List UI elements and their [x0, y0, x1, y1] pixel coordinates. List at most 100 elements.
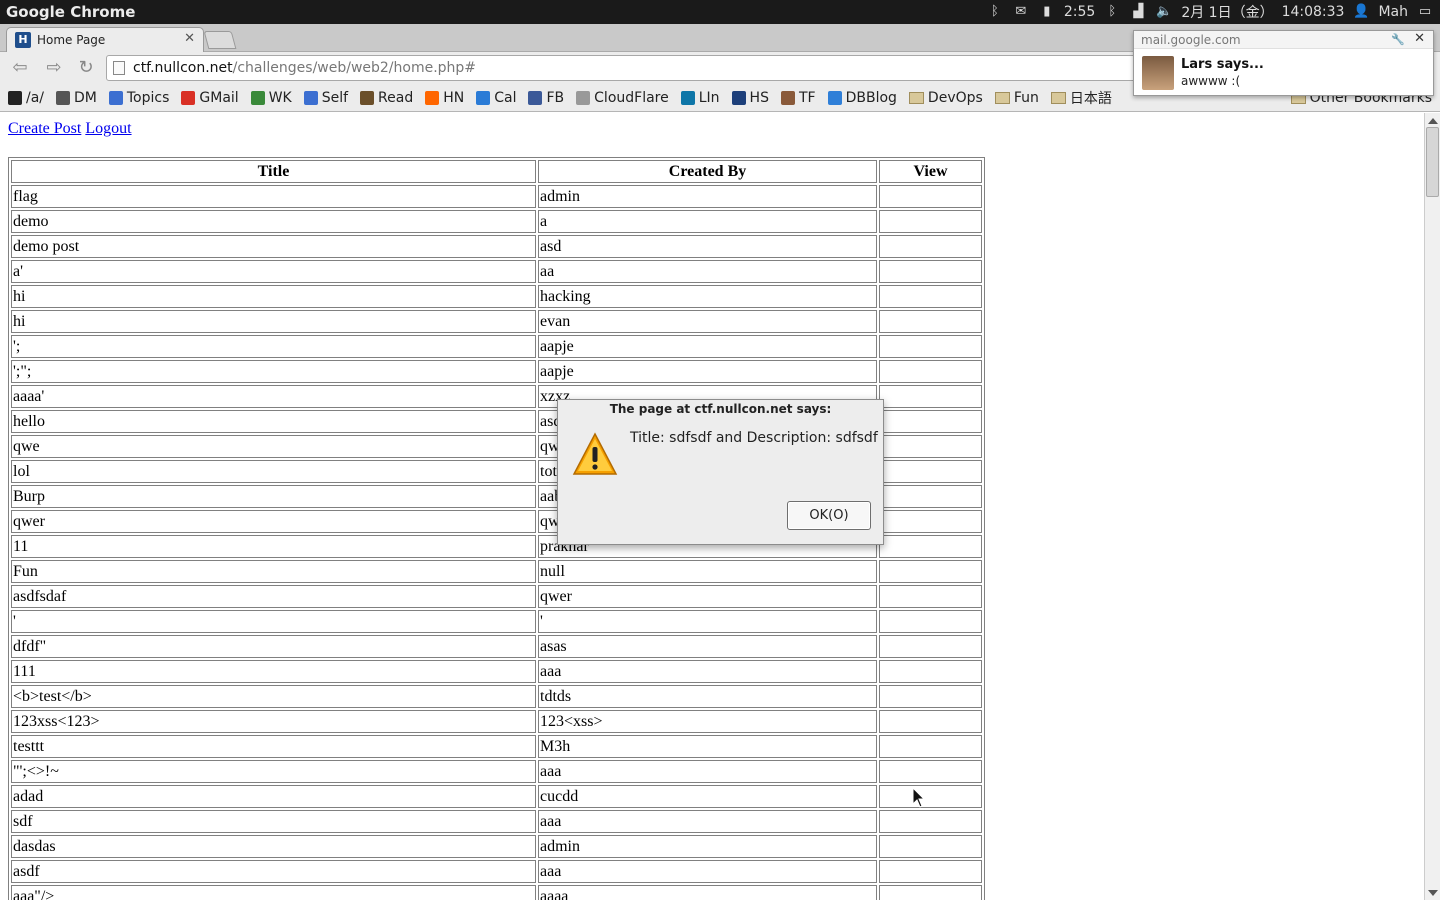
- bookmark-label: HS: [749, 89, 769, 106]
- bookmark-1[interactable]: DM: [56, 90, 97, 106]
- chat-notification[interactable]: mail.google.com 🔧 ✕ Lars says... awwww :…: [1133, 30, 1434, 96]
- created-by-cell: aapje: [538, 335, 877, 358]
- view-cell[interactable]: [879, 785, 982, 808]
- bookmark-11[interactable]: LIn: [680, 90, 720, 106]
- view-cell[interactable]: [879, 810, 982, 833]
- scrollbar-thumb[interactable]: [1426, 127, 1439, 197]
- table-row: testtt M3h: [11, 735, 982, 758]
- bookmark-7[interactable]: HN: [425, 90, 464, 106]
- view-cell[interactable]: [879, 510, 982, 533]
- volume-icon[interactable]: 🔈: [1155, 4, 1173, 20]
- created-by-cell: aaa: [538, 760, 877, 783]
- view-cell[interactable]: [879, 535, 982, 558]
- battery-icon[interactable]: ▮: [1038, 4, 1056, 20]
- view-cell[interactable]: [879, 385, 982, 408]
- title-cell: a': [11, 260, 536, 283]
- page-icon: [576, 90, 591, 105]
- view-cell[interactable]: [879, 660, 982, 683]
- bookmark-6[interactable]: Read: [360, 90, 413, 106]
- view-cell[interactable]: [879, 835, 982, 858]
- view-cell[interactable]: [879, 435, 982, 458]
- view-cell[interactable]: [879, 560, 982, 583]
- title-cell: demo: [11, 210, 536, 233]
- bluetooth-icon[interactable]: ᛒ: [986, 4, 1004, 20]
- view-cell[interactable]: [879, 235, 982, 258]
- table-row: dfdf" asas: [11, 635, 982, 658]
- title-cell: qwe: [11, 435, 536, 458]
- reload-icon[interactable]: ↻: [74, 57, 98, 79]
- date-display[interactable]: 2月 1日（金）: [1181, 2, 1273, 22]
- bookmark-0[interactable]: /a/: [8, 90, 44, 106]
- url-host: ctf.nullcon.net: [133, 60, 233, 76]
- wrench-icon[interactable]: 🔧: [1391, 33, 1405, 46]
- view-cell[interactable]: [879, 485, 982, 508]
- view-cell[interactable]: [879, 185, 982, 208]
- view-cell[interactable]: [879, 610, 982, 633]
- view-cell[interactable]: [879, 210, 982, 233]
- title-cell: aaaa': [11, 385, 536, 408]
- table-row: 123xss<123> 123<xss>: [11, 710, 982, 733]
- created-by-cell: cucdd: [538, 785, 877, 808]
- tab-home-page[interactable]: H Home Page ✕: [6, 27, 204, 52]
- clock-display[interactable]: 14:08:33: [1282, 4, 1345, 20]
- network-signal-icon[interactable]: ▟: [1129, 4, 1147, 20]
- bookmark-label: /a/: [26, 89, 45, 106]
- close-icon[interactable]: ✕: [1414, 31, 1425, 46]
- bookmark-label: Cal: [494, 89, 517, 106]
- view-cell[interactable]: [879, 360, 982, 383]
- view-cell[interactable]: [879, 735, 982, 758]
- user-icon[interactable]: 👤: [1352, 4, 1370, 20]
- scroll-up-icon[interactable]: [1428, 118, 1438, 124]
- view-cell[interactable]: [879, 685, 982, 708]
- view-cell[interactable]: [879, 260, 982, 283]
- view-cell[interactable]: [879, 710, 982, 733]
- user-name[interactable]: Mah: [1378, 4, 1408, 20]
- view-cell[interactable]: [879, 860, 982, 883]
- new-tab-button[interactable]: [203, 31, 237, 49]
- dialog-title: The page at ctf.nullcon.net says:: [609, 402, 832, 416]
- bookmark-10[interactable]: CloudFlare: [576, 90, 669, 106]
- created-by-cell: aapje: [538, 360, 877, 383]
- address-bar[interactable]: ctf.nullcon.net /challenges/web/web2/hom…: [106, 55, 1136, 81]
- view-cell[interactable]: [879, 635, 982, 658]
- logout-link[interactable]: Logout: [85, 120, 131, 137]
- bookmark-14[interactable]: DBBlog: [827, 90, 897, 106]
- facebook-icon: [528, 90, 543, 105]
- system-tray: ᛒ ✉ ▮ 2:55 ᛒ ▟ 🔈 2月 1日（金） 14:08:33 👤 Mah…: [986, 0, 1434, 24]
- view-cell[interactable]: [879, 410, 982, 433]
- table-row: asdf aaa: [11, 860, 982, 883]
- scroll-down-icon[interactable]: [1428, 890, 1438, 896]
- bookmark-17[interactable]: 日本語: [1050, 88, 1112, 108]
- create-post-link[interactable]: Create Post: [8, 120, 81, 137]
- bookmark-16[interactable]: Fun: [994, 90, 1039, 106]
- view-cell[interactable]: [879, 285, 982, 308]
- view-cell[interactable]: [879, 310, 982, 333]
- bookmark-9[interactable]: FB: [528, 90, 564, 106]
- bookmark-2[interactable]: Topics: [108, 90, 169, 106]
- bookmark-12[interactable]: HS: [731, 89, 769, 106]
- table-row: 111 aaa: [11, 660, 982, 683]
- bookmark-4[interactable]: WK: [250, 90, 292, 106]
- bookmark-13[interactable]: TF: [780, 89, 816, 106]
- battery-time[interactable]: 2:55: [1064, 4, 1095, 20]
- bluetooth-icon[interactable]: ᛒ: [1103, 4, 1121, 20]
- view-cell[interactable]: [879, 460, 982, 483]
- close-tab-icon[interactable]: ✕: [184, 31, 195, 46]
- bookmark-8[interactable]: Cal: [476, 90, 516, 106]
- back-arrow-icon[interactable]: ⇦: [8, 57, 32, 79]
- forward-arrow-icon[interactable]: ⇨: [42, 57, 66, 79]
- ok-button[interactable]: OK(O): [787, 501, 871, 530]
- view-cell[interactable]: [879, 760, 982, 783]
- view-cell[interactable]: [879, 335, 982, 358]
- bookmark-5[interactable]: Self: [303, 90, 348, 106]
- bookmark-label: TF: [798, 89, 816, 106]
- page-scrollbar[interactable]: [1424, 113, 1440, 900]
- created-by-cell: aaa: [538, 860, 877, 883]
- bookmark-3[interactable]: GMail: [181, 90, 239, 106]
- gmail-icon: [181, 90, 196, 105]
- view-cell[interactable]: [879, 585, 982, 608]
- session-icon[interactable]: ▭: [1416, 4, 1434, 20]
- mail-icon[interactable]: ✉: [1012, 4, 1030, 20]
- bookmark-15[interactable]: DevOps: [908, 90, 983, 106]
- view-cell[interactable]: [879, 885, 982, 900]
